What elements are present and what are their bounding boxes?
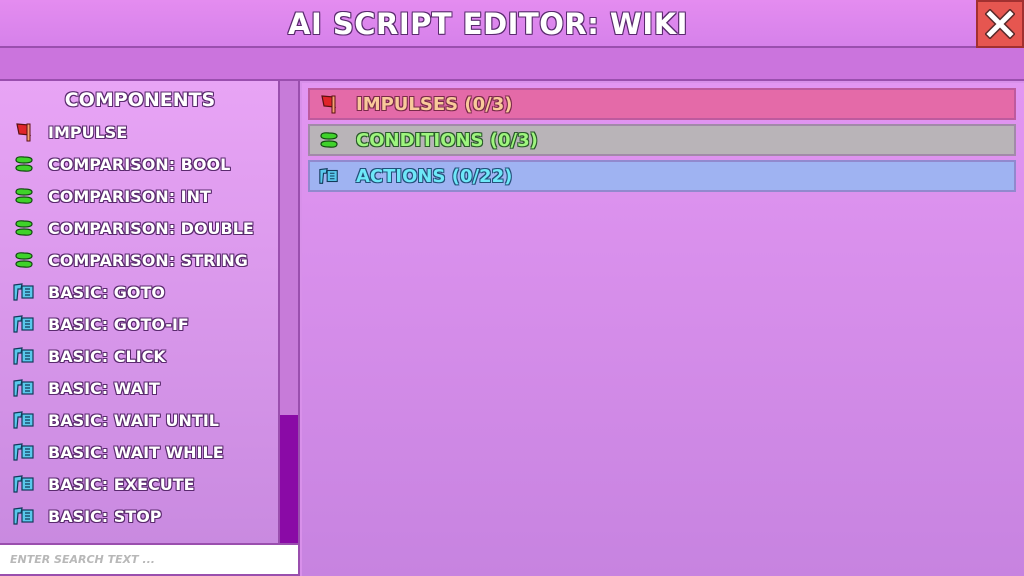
- condition-icon: [12, 185, 36, 207]
- section-impulses-label: IMPULSES (0/3): [356, 93, 513, 115]
- condition-icon: [12, 217, 36, 239]
- action-icon: [12, 345, 36, 367]
- impulse-flag-icon: [318, 93, 340, 115]
- component-item-basic-wait[interactable]: BASIC: WAIT: [12, 374, 160, 402]
- components-heading: COMPONENTS: [64, 89, 216, 111]
- action-icon: [12, 313, 36, 335]
- sidebar-scrollbar[interactable]: [280, 81, 298, 543]
- component-item-comparison-bool[interactable]: COMPARISON: BOOL: [12, 150, 230, 178]
- component-item-basic-execute[interactable]: BASIC: EXECUTE: [12, 470, 195, 498]
- condition-icon: [12, 153, 36, 175]
- action-icon: [318, 165, 340, 187]
- condition-icon: [318, 129, 340, 151]
- action-icon: [12, 505, 36, 527]
- search-input[interactable]: [0, 543, 300, 576]
- main-panel: IMPULSES (0/3) CONDITIONS (0/3) ACTIONS …: [302, 83, 1024, 576]
- component-item-basic-click[interactable]: BASIC: CLICK: [12, 342, 166, 370]
- close-x-icon: [985, 9, 1015, 39]
- action-icon: [12, 409, 36, 431]
- section-conditions[interactable]: CONDITIONS (0/3): [308, 124, 1016, 156]
- action-icon: [12, 377, 36, 399]
- close-button[interactable]: [976, 0, 1024, 48]
- components-sidebar: COMPONENTS IMPULSE COMPARISON: BOOL COMP…: [0, 81, 300, 576]
- sidebar-scrollbar-thumb[interactable]: [280, 415, 298, 543]
- section-actions-label: ACTIONS (0/22): [356, 165, 513, 187]
- impulse-flag-icon: [12, 121, 36, 143]
- window-title: AI SCRIPT EDITOR: WIKI: [288, 7, 688, 41]
- component-item-basic-goto[interactable]: BASIC: GOTO: [12, 278, 165, 306]
- component-item-comparison-int[interactable]: COMPARISON: INT: [12, 182, 211, 210]
- title-bar: AI SCRIPT EDITOR: WIKI: [0, 0, 1024, 48]
- condition-icon: [12, 249, 36, 271]
- action-icon: [12, 441, 36, 463]
- section-impulses[interactable]: IMPULSES (0/3): [308, 88, 1016, 120]
- component-item-comparison-double[interactable]: COMPARISON: DOUBLE: [12, 214, 254, 242]
- component-item-basic-wait-while[interactable]: BASIC: WAIT WHILE: [12, 438, 224, 466]
- section-actions[interactable]: ACTIONS (0/22): [308, 160, 1016, 192]
- section-conditions-label: CONDITIONS (0/3): [356, 129, 538, 151]
- action-icon: [12, 281, 36, 303]
- component-item-basic-wait-until[interactable]: BASIC: WAIT UNTIL: [12, 406, 219, 434]
- component-item-basic-stop[interactable]: BASIC: STOP: [12, 502, 162, 530]
- toolbar-strip: [0, 48, 1024, 81]
- component-item-basic-goto-if[interactable]: BASIC: GOTO-IF: [12, 310, 189, 338]
- component-item-comparison-string[interactable]: COMPARISON: STRING: [12, 246, 248, 274]
- components-list: COMPONENTS IMPULSE COMPARISON: BOOL COMP…: [0, 81, 280, 543]
- component-item-impulse[interactable]: IMPULSE: [12, 118, 127, 146]
- action-icon: [12, 473, 36, 495]
